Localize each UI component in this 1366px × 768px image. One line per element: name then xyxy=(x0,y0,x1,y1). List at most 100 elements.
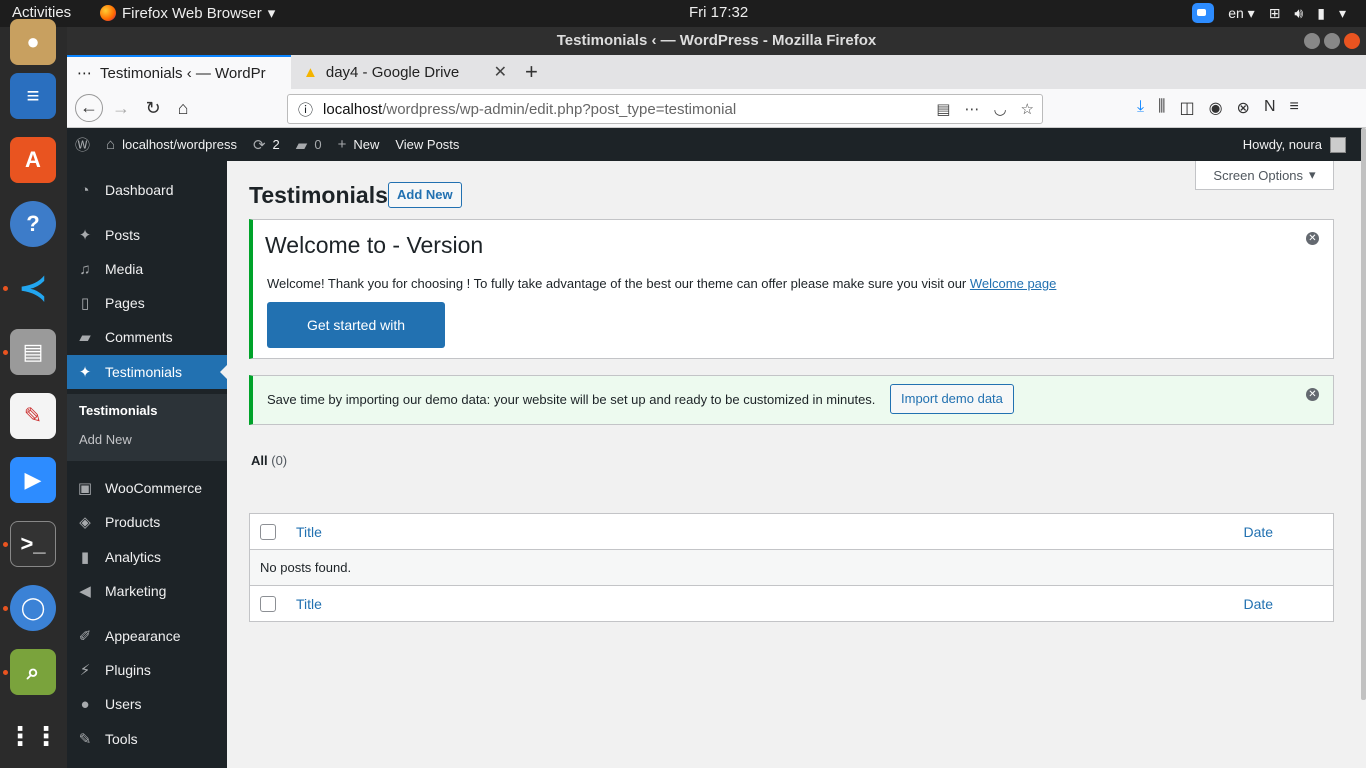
sort-title-link[interactable]: Title xyxy=(296,524,322,540)
library-icon[interactable]: ⫼ xyxy=(1158,98,1165,118)
window-controls xyxy=(1304,33,1360,49)
scanner-icon[interactable]: ▤ xyxy=(10,329,56,375)
text-editor-icon[interactable]: ≡ xyxy=(10,73,56,119)
get-started-button[interactable]: Get started with xyxy=(267,302,445,348)
gedit-icon[interactable]: ✎ xyxy=(10,393,56,439)
url-bar[interactable]: ⓘ localhost/wordpress/wp-admin/edit.php?… xyxy=(287,94,1043,124)
system-tray[interactable]: en ▾ ⊞ 🔊︎ ▮ ▾ xyxy=(1192,3,1346,23)
status-filter: All (0) xyxy=(251,453,287,468)
app-grid-icon[interactable]: ⋮⋮ xyxy=(7,713,59,759)
submenu-testimonials[interactable]: Testimonials xyxy=(79,403,158,418)
menu-tools[interactable]: ✎ Tools xyxy=(67,722,227,756)
menu-analytics[interactable]: ▮ Analytics xyxy=(67,540,227,574)
menu-appearance[interactable]: ✐ Appearance xyxy=(67,619,227,653)
new-content-link[interactable]: + New xyxy=(330,136,388,153)
howdy-label: Howdy, noura xyxy=(1242,137,1322,152)
dismiss-icon[interactable]: ✕ xyxy=(1306,388,1319,401)
menu-label: Posts xyxy=(105,227,141,243)
extension-n-icon[interactable]: N xyxy=(1264,98,1276,118)
account-icon[interactable]: ◉ xyxy=(1209,98,1223,118)
menu-dashboard[interactable]: ◔ Dashboard xyxy=(67,173,227,207)
zoom-tray-icon[interactable] xyxy=(1192,3,1215,23)
menu-marketing[interactable]: ◀ Marketing xyxy=(67,574,227,608)
view-posts-link[interactable]: View Posts xyxy=(387,137,467,152)
close-window-button[interactable] xyxy=(1344,33,1360,49)
sidebar-icon[interactable]: ◫ xyxy=(1179,98,1194,118)
screen-options-button[interactable]: Screen Options ▾ xyxy=(1195,161,1334,190)
bookmark-star-icon[interactable]: ☆ xyxy=(1021,100,1034,118)
running-indicator xyxy=(3,286,8,291)
add-new-button[interactable]: Add New xyxy=(388,182,462,208)
import-demo-data-button[interactable]: Import demo data xyxy=(890,384,1014,414)
select-all-checkbox[interactable] xyxy=(260,524,276,541)
close-tab-icon[interactable]: ✕ xyxy=(494,62,507,82)
reader-view-icon[interactable]: ▤ xyxy=(936,100,950,118)
menu-pages[interactable]: ▯ Pages xyxy=(67,286,227,320)
select-all-cell xyxy=(249,513,286,550)
site-name-link[interactable]: ⌂ localhost/wordpress xyxy=(98,136,245,153)
box-icon: ◈ xyxy=(79,514,91,531)
menu-media[interactable]: ♫ Media xyxy=(67,252,227,286)
caret-down-icon: ▾ xyxy=(1309,167,1316,182)
chromium-icon[interactable]: ◯ xyxy=(10,585,56,631)
volume-icon[interactable]: 🔊︎ xyxy=(1294,5,1303,22)
reload-button[interactable]: ↻ xyxy=(141,96,165,120)
terminal-icon[interactable]: >_ xyxy=(10,521,56,567)
tab-testimonials[interactable]: ⋯ Testimonials ‹ — WordPr xyxy=(67,55,291,89)
new-label: New xyxy=(353,137,380,152)
my-account-menu[interactable]: Howdy, noura xyxy=(1242,136,1362,153)
image-viewer-icon[interactable]: ⌕ xyxy=(10,649,56,695)
submenu-add-new[interactable]: Add New xyxy=(79,432,132,447)
menu-users[interactable]: ● Users xyxy=(67,687,227,721)
new-tab-button[interactable]: + xyxy=(525,59,538,85)
help-icon[interactable]: ? xyxy=(10,201,56,247)
menu-products[interactable]: ◈ Products xyxy=(67,505,227,539)
menu-posts[interactable]: ✦ Posts xyxy=(67,218,227,252)
minimize-button[interactable] xyxy=(1304,33,1320,49)
back-button[interactable]: ← xyxy=(75,94,103,122)
pocket-icon[interactable]: ◡ xyxy=(993,100,1006,118)
page-scrollbar[interactable] xyxy=(1361,128,1366,700)
menu-label: Dashboard xyxy=(105,182,174,198)
sort-date-link[interactable]: Date xyxy=(1244,596,1274,612)
menu-plugins[interactable]: ⚡︎ Plugins xyxy=(67,653,227,687)
home-button[interactable]: ⌂ xyxy=(171,96,195,120)
menu-label: WooCommerce xyxy=(105,480,202,496)
tab-google-drive[interactable]: ▲ day4 - Google Drive ✕ xyxy=(293,55,517,89)
updates-link[interactable]: ⟳ 2 xyxy=(245,136,288,154)
filter-all-link[interactable]: All xyxy=(251,453,268,468)
maximize-button[interactable] xyxy=(1324,33,1340,49)
download-icon[interactable]: ⤓ xyxy=(1137,98,1144,118)
menu-comments[interactable]: ▰ Comments xyxy=(67,320,227,354)
welcome-page-link[interactable]: Welcome page xyxy=(970,276,1056,291)
site-info-icon[interactable]: ⓘ xyxy=(298,99,313,120)
table-header-row: Title Date xyxy=(249,513,1334,550)
wp-logo-menu[interactable]: Ⓦ xyxy=(67,134,98,155)
title-column-footer: Title xyxy=(286,585,1234,622)
dismiss-icon[interactable]: ✕ xyxy=(1306,232,1319,245)
language-label: en xyxy=(1228,4,1244,21)
software-center-icon[interactable]: A xyxy=(10,137,56,183)
select-all-checkbox[interactable] xyxy=(260,596,276,613)
network-icon[interactable]: ⊞ xyxy=(1269,5,1281,22)
forward-button[interactable]: → xyxy=(109,96,133,120)
dock-app-icon[interactable]: ● xyxy=(10,19,56,65)
app-menu[interactable]: Firefox Web Browser ▾ xyxy=(100,4,275,22)
page-actions-icon[interactable]: ⋯ xyxy=(964,100,979,118)
zoom-icon[interactable]: ▶ xyxy=(10,457,56,503)
vscode-icon[interactable]: ≺ xyxy=(10,265,56,311)
battery-icon[interactable]: ▮ xyxy=(1317,5,1325,22)
menu-icon[interactable]: ≡ xyxy=(1290,98,1299,118)
menu-testimonials[interactable]: ✦ Testimonials xyxy=(67,355,228,389)
sort-date-link[interactable]: Date xyxy=(1244,524,1274,540)
language-indicator[interactable]: en ▾ xyxy=(1228,5,1255,22)
firefox-icon xyxy=(100,5,116,21)
sort-title-link[interactable]: Title xyxy=(296,596,322,612)
clock[interactable]: Fri 17:32 xyxy=(689,4,748,21)
extension-icon[interactable]: ⊗ xyxy=(1237,98,1250,118)
wp-content: Screen Options ▾ Testimonials Add New ✕ W… xyxy=(227,161,1362,768)
power-menu-icon[interactable]: ▾ xyxy=(1339,5,1346,22)
comments-link[interactable]: ▰ 0 xyxy=(288,136,330,154)
menu-woocommerce[interactable]: ▣ WooCommerce xyxy=(67,471,227,505)
running-indicator xyxy=(3,670,8,675)
